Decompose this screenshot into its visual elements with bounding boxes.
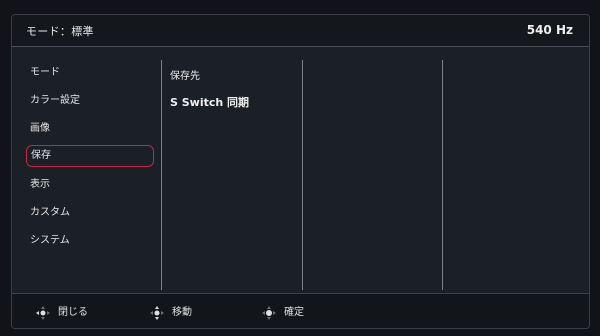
osd-header: モード：標準 540 Hz (12, 15, 589, 47)
joystick-left-icon (36, 306, 50, 320)
submenu-item-s-switch-sync[interactable]: S Switch 同期 (170, 94, 249, 110)
column-divider (442, 60, 443, 290)
menu-item-mode[interactable]: モード (26, 62, 154, 84)
joystick-updown-icon (150, 306, 164, 320)
refresh-rate: 540 Hz (526, 23, 573, 37)
footer-move-label: 移動 (172, 307, 192, 318)
joystick-center-icon (262, 306, 276, 320)
footer-confirm-label: 確定 (284, 307, 304, 318)
column-divider (302, 60, 303, 290)
menu-item-save[interactable]: 保存 (26, 145, 154, 167)
menu-item-image[interactable]: 画像 (26, 118, 154, 140)
menu-item-custom[interactable]: カスタム (26, 202, 154, 224)
mode-title: モード：標準 (26, 25, 94, 38)
menu-item-color-settings[interactable]: カラー設定 (26, 90, 154, 112)
column-divider (161, 60, 162, 290)
menu-item-system[interactable]: システム (26, 230, 154, 252)
osd-footer: 閉じる 移動 確定 (12, 293, 589, 328)
monitor-screen: モード：標準 540 Hz モード カラー設定 画像 保存 表示 カスタム シス… (0, 0, 600, 336)
submenu-item-save-destination[interactable]: 保存先 (170, 67, 200, 82)
footer-close-label: 閉じる (58, 307, 88, 318)
osd-menu: モード：標準 540 Hz モード カラー設定 画像 保存 表示 カスタム シス… (11, 14, 590, 329)
menu-item-display[interactable]: 表示 (26, 174, 154, 196)
